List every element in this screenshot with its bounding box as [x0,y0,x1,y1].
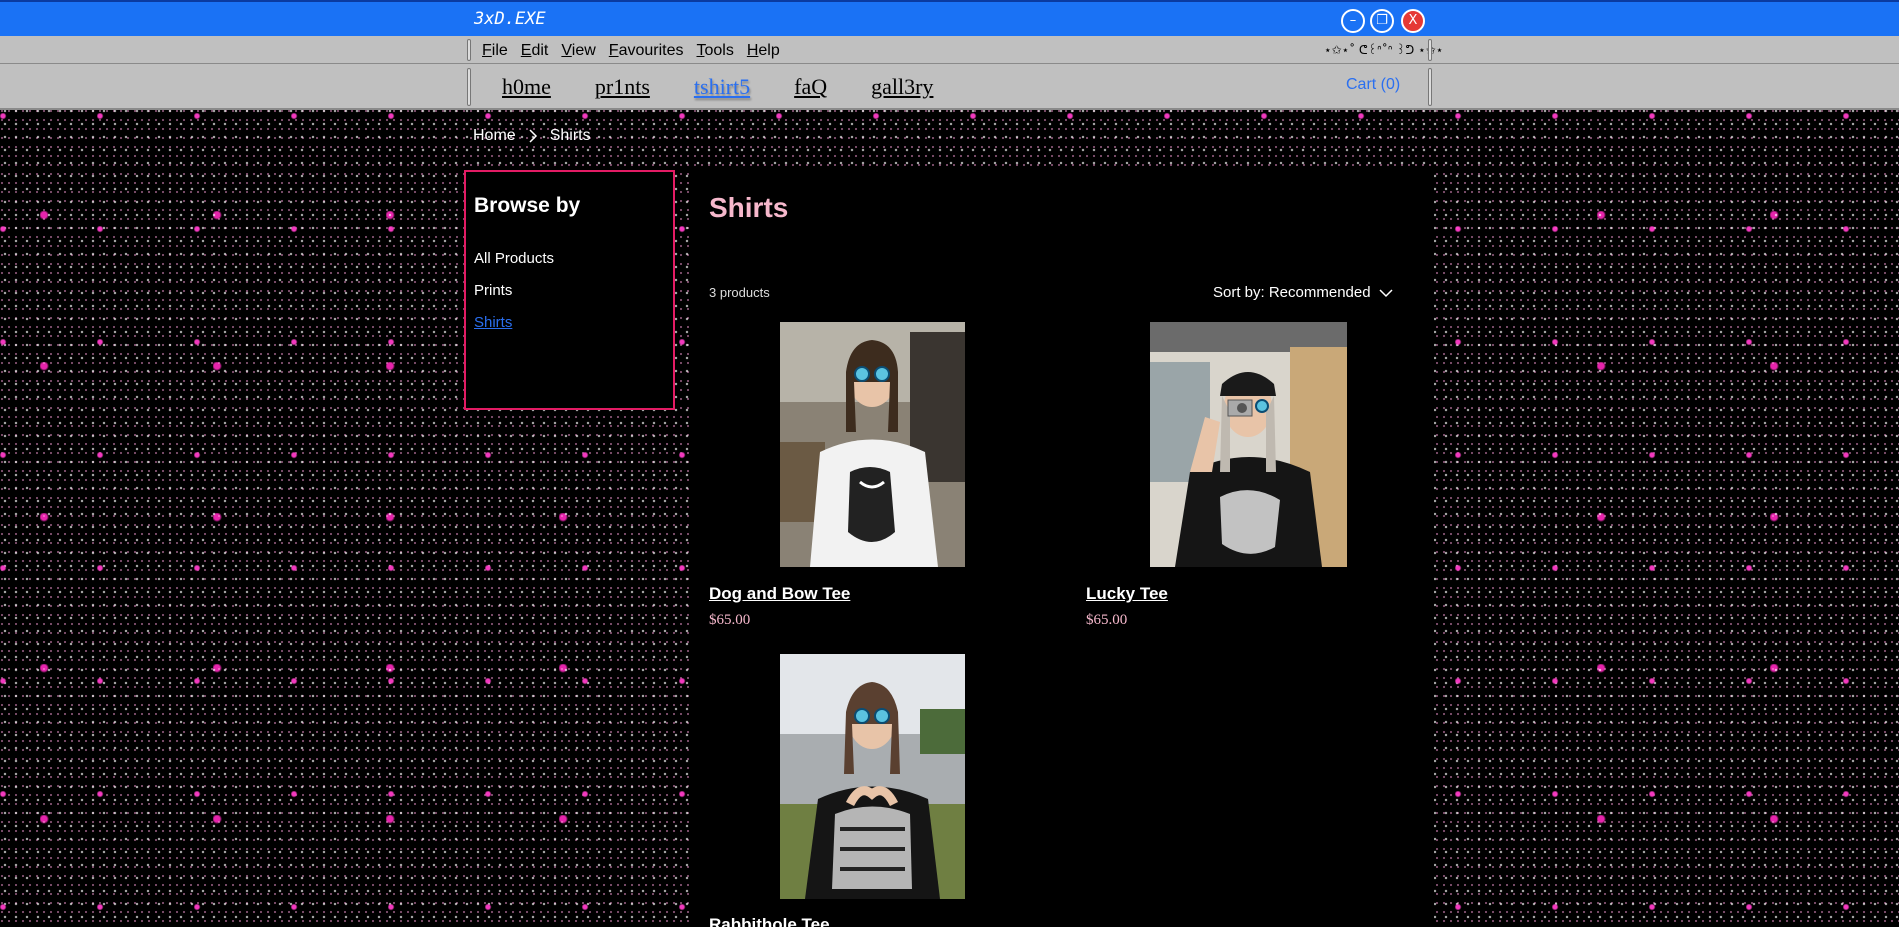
menu-favourites[interactable]: Favourites [609,42,684,60]
product-count: 3 products [709,285,770,300]
maximize-button[interactable]: ❐ [1370,9,1394,33]
menu-bar: File Edit View Favourites Tools Help ⋆✩⋆… [0,36,1899,64]
minimize-icon: – [1349,13,1357,28]
nav-gallery[interactable]: gall3ry [871,74,933,100]
nav-grip-left[interactable] [467,68,471,106]
breadcrumb-current: Shirts [549,127,591,144]
nav-items: h0me pr1nts tshirt5 faQ gall3ry [502,74,933,100]
sidebar-list: All Products Prints Shirts [474,250,554,346]
product-price: $65.00 [709,612,751,628]
sort-dropdown[interactable]: Sort by: Recommended [1213,284,1393,301]
sort-label: Sort by: Recommended [1213,284,1371,301]
product-photo-lucky [1150,322,1347,567]
nav-tshirts[interactable]: tshirt5 [694,74,750,100]
menu-grip-right[interactable] [1428,39,1432,61]
product-name[interactable]: Lucky Tee [1086,584,1168,604]
menu-edit[interactable]: Edit [521,42,549,60]
product-photo-rabbithole [780,654,965,899]
close-icon: X [1408,13,1418,28]
cart-link[interactable]: Cart (0) [1346,76,1400,94]
nav-grip-right[interactable] [1428,68,1432,106]
product-price: $65.00 [1086,612,1128,628]
sidebar-item-all-products[interactable]: All Products [474,250,554,267]
nav-bar: h0me pr1nts tshirt5 faQ gall3ry Cart (0) [0,64,1899,110]
breadcrumb: Home Shirts [473,127,591,145]
close-button[interactable]: X [1401,9,1425,33]
product-name[interactable]: Dog and Bow Tee [709,584,850,604]
product-gallery: Shirts 3 products Sort by: Recommended D… [689,170,1434,927]
browse-sidebar: Browse by All Products Prints Shirts [464,170,675,410]
sidebar-item-shirts[interactable]: Shirts [474,314,554,331]
menu-file[interactable]: File [482,42,508,60]
menu-items: File Edit View Favourites Tools Help [482,42,780,60]
breadcrumb-home[interactable]: Home [473,127,516,145]
nav-faq[interactable]: faQ [794,74,827,100]
title-bar: 3xD.EXE – ❐ X [0,0,1899,36]
chevron-right-icon [529,129,537,143]
chevron-down-icon [1379,288,1393,297]
product-name[interactable]: Rabbithole Tee [709,915,830,927]
menu-view[interactable]: View [561,42,595,60]
menu-decoration: ⋆✩⋆˚ ᕦ꒰ᐢ˚ᐢ ꒱ᕤ ⋆✩⋆ [1324,43,1444,57]
sidebar-item-prints[interactable]: Prints [474,282,554,299]
product-photo-dog-and-bow [780,322,965,567]
minimize-button[interactable]: – [1341,9,1365,33]
product-image[interactable] [1150,322,1347,567]
maximize-icon: ❐ [1376,13,1388,28]
menu-grip-left[interactable] [467,39,471,61]
product-image[interactable] [780,322,965,567]
product-image[interactable] [780,654,965,899]
nav-home[interactable]: h0me [502,74,551,100]
menu-tools[interactable]: Tools [696,42,733,60]
nav-prints[interactable]: pr1nts [595,74,650,100]
page-title: Shirts [709,192,789,223]
menu-help[interactable]: Help [747,42,780,60]
sidebar-title: Browse by [474,194,581,217]
app-title: 3xD.EXE [474,9,546,29]
